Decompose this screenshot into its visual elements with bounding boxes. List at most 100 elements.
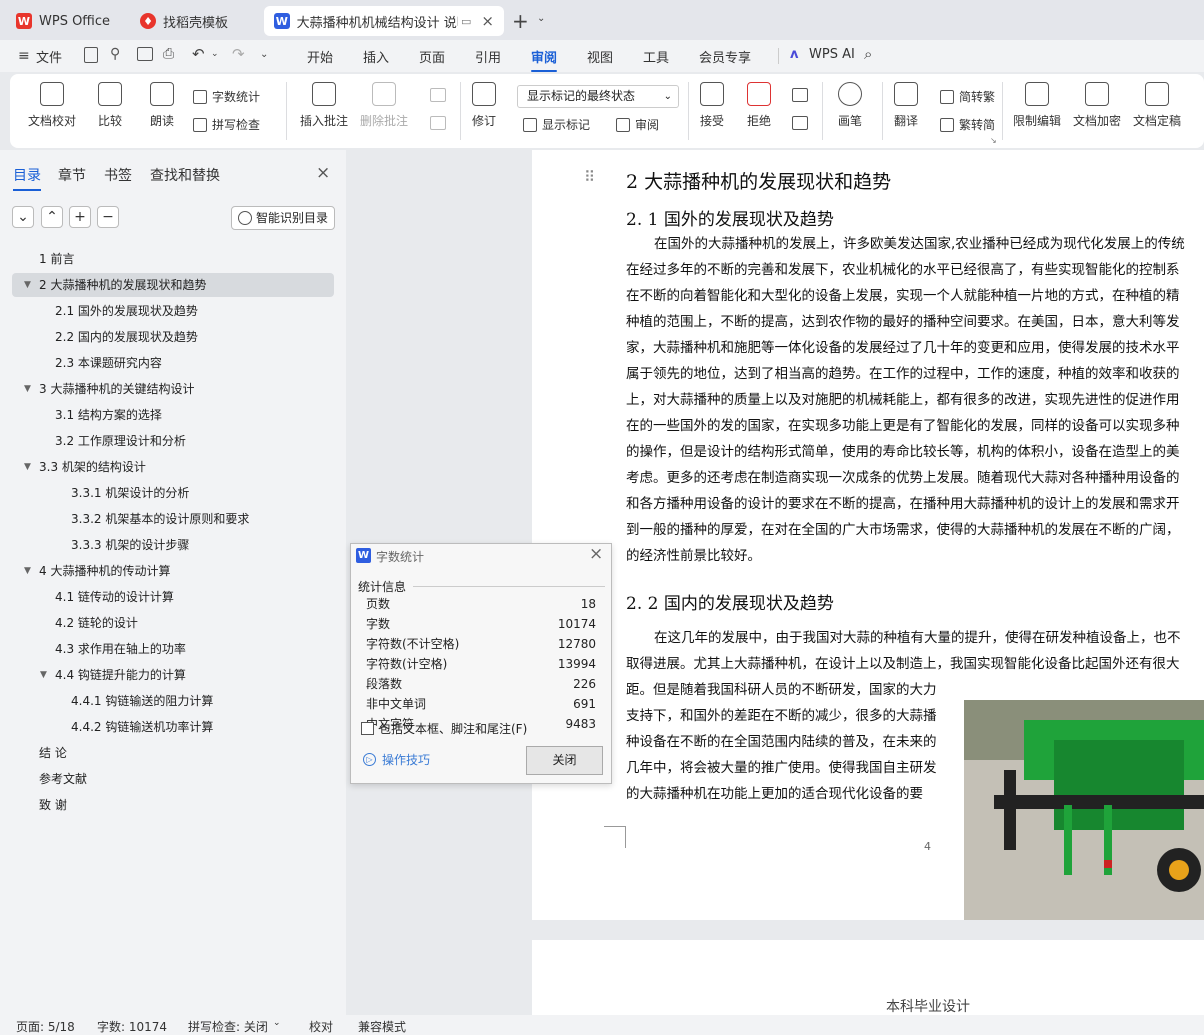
trad-to-simp-button[interactable]: 繁转简 [940, 116, 995, 133]
export-icon[interactable]: ⚲ [110, 46, 120, 62]
toc-item[interactable]: 结 论 [39, 741, 67, 765]
toc-item[interactable]: 1 前言 [39, 247, 74, 271]
toc-item[interactable]: 4.4.2 钩链输送机功率计算 [71, 715, 213, 739]
menu-member[interactable]: 会员专享 [699, 47, 751, 66]
word-count-indicator[interactable]: 字数: 10174 [97, 1018, 167, 1035]
nav-tab-toc[interactable]: 目录 [13, 165, 41, 191]
chevron-down-icon[interactable]: ⌄ [273, 1018, 281, 1028]
more-chevron-icon[interactable]: ⌄ [260, 49, 268, 60]
toc-item[interactable]: ▼ 4.4 钩链提升能力的计算 [40, 663, 186, 687]
markup-state-select[interactable]: 显示标记的最终状态 ⌄ [517, 85, 679, 108]
next-comment-icon[interactable] [430, 116, 446, 130]
show-markup-button[interactable]: 显示标记 [523, 116, 590, 133]
expand-arrow-icon[interactable]: ▼ [24, 377, 31, 401]
toc-item[interactable]: 3.1 结构方案的选择 [55, 403, 162, 427]
new-tab-icon[interactable]: + [512, 9, 529, 33]
expand-corner-icon[interactable]: ↘ [990, 136, 997, 145]
toc-item[interactable]: 4.4.1 钩链输送的阻力计算 [71, 689, 213, 713]
close-button[interactable]: 关闭 [526, 746, 603, 775]
proof-indicator[interactable]: 校对 [309, 1018, 333, 1035]
redo-icon[interactable]: ↷ [232, 45, 245, 63]
toc-item[interactable]: ▼ 3.3 机架的结构设计 [24, 455, 146, 479]
expand-arrow-icon[interactable]: ▼ [24, 455, 31, 479]
accept-button[interactable]: 接受 [700, 82, 724, 129]
page-indicator[interactable]: 页面: 5/18 [16, 1018, 75, 1035]
tab-document[interactable]: W 大蒜播种机机械结构设计 说明 ▭ × [264, 6, 504, 36]
nav-tab-bookmark[interactable]: 书签 [104, 165, 132, 185]
remove-heading-icon[interactable]: − [97, 206, 119, 228]
spellcheck-button[interactable]: 拼写检查 [193, 116, 260, 133]
toc-item[interactable]: 2.1 国外的发展现状及趋势 [55, 299, 198, 323]
translate-button[interactable]: 翻译 [894, 82, 918, 129]
save-icon[interactable] [84, 47, 98, 63]
revise-button[interactable]: 修订 [472, 82, 496, 129]
proof-button[interactable]: 文档校对 [28, 82, 76, 129]
close-icon[interactable]: × [589, 544, 603, 564]
prev-comment-icon[interactable] [430, 88, 446, 102]
close-tab-icon[interactable]: × [481, 12, 494, 30]
wps-ai-icon[interactable]: ʌ [790, 47, 798, 62]
chevron-down-icon[interactable]: ⌄ [537, 13, 545, 24]
toc-item[interactable]: 3.3.3 机架的设计步骤 [71, 533, 189, 557]
prev-change-icon[interactable] [792, 88, 808, 102]
menu-page[interactable]: 页面 [419, 47, 445, 66]
delete-comment-button[interactable]: 删除批注 [360, 82, 408, 129]
toc-item[interactable]: ▼ 4 大蒜播种机的传动计算 [24, 559, 170, 583]
include-textbox-checkbox[interactable] [361, 722, 374, 735]
drag-handle-icon[interactable]: ⠿ [584, 168, 595, 186]
toc-item[interactable]: 参考文献 [39, 767, 87, 791]
insert-comment-button[interactable]: 插入批注 [300, 82, 348, 129]
reject-button[interactable]: 拒绝 [747, 82, 771, 129]
menu-start[interactable]: 开始 [307, 47, 333, 66]
search-icon[interactable]: ⌕ [864, 45, 872, 63]
nav-tab-chapter[interactable]: 章节 [58, 165, 86, 185]
simp-to-trad-button[interactable]: 简转繁 [940, 88, 995, 105]
review-pane-button[interactable]: 审阅 [616, 116, 659, 133]
nav-tab-find[interactable]: 查找和替换 [150, 165, 220, 185]
collapse-up-icon[interactable]: ⌃ [41, 206, 63, 228]
menu-wps-ai[interactable]: WPS AI [809, 47, 855, 62]
next-change-icon[interactable] [792, 116, 808, 130]
menu-tools[interactable]: 工具 [643, 47, 669, 66]
undo-icon[interactable]: ↶ [192, 45, 205, 63]
toc-item[interactable]: 3.2 工作原理设计和分析 [55, 429, 186, 453]
tab-wps-office[interactable]: W WPS Office [6, 6, 124, 36]
expand-arrow-icon[interactable]: ▼ [40, 663, 47, 687]
wordcount-button[interactable]: 字数统计 [193, 88, 260, 105]
hamburger-icon[interactable]: ≡ [18, 48, 30, 64]
add-heading-icon[interactable]: + [69, 206, 91, 228]
toc-item[interactable]: 2.2 国内的发展现状及趋势 [55, 325, 198, 349]
finalize-button[interactable]: 文档定稿 [1133, 82, 1181, 129]
toc-item[interactable]: 4.2 链轮的设计 [55, 611, 138, 635]
expand-arrow-icon[interactable]: ▼ [24, 559, 31, 583]
monitor-icon[interactable]: ▭ [461, 15, 471, 28]
toc-item[interactable]: 4.1 链传动的设计计算 [55, 585, 174, 609]
print-icon[interactable] [137, 47, 153, 61]
toc-item[interactable]: 致 谢 [39, 793, 67, 817]
restrict-edit-button[interactable]: 限制编辑 [1013, 82, 1061, 129]
encrypt-button[interactable]: 文档加密 [1073, 82, 1121, 129]
print-preview-icon[interactable]: ⎙ [163, 46, 174, 62]
menu-file[interactable]: 文件 [36, 47, 62, 66]
toc-item[interactable]: 2.3 本课题研究内容 [55, 351, 162, 375]
tab-template[interactable]: ♦ 找稻壳模板 [130, 6, 258, 36]
collapse-down-icon[interactable]: ⌄ [12, 206, 34, 228]
pen-button[interactable]: 画笔 [838, 82, 862, 129]
expand-arrow-icon[interactable]: ▼ [24, 273, 31, 297]
spellcheck-indicator[interactable]: 拼写检查: 关闭 [188, 1018, 268, 1035]
undo-dropdown-icon[interactable]: ⌄ [211, 49, 219, 59]
menu-insert[interactable]: 插入 [363, 47, 389, 66]
tips-link[interactable]: 操作技巧 [382, 751, 430, 768]
menu-review[interactable]: 审阅 [531, 47, 558, 72]
toc-item[interactable]: 4.3 求作用在轴上的功率 [55, 637, 186, 661]
toc-item[interactable]: 3.3.1 机架设计的分析 [71, 481, 189, 505]
close-pane-icon[interactable]: × [316, 163, 330, 183]
smart-toc-button[interactable]: 智能识别目录 [231, 206, 335, 230]
toc-item[interactable]: ▼ 2 大蒜播种机的发展现状和趋势 [24, 273, 206, 297]
menu-reference[interactable]: 引用 [475, 47, 501, 66]
menu-view[interactable]: 视图 [587, 47, 613, 66]
compare-button[interactable]: 比较 [98, 82, 122, 129]
read-aloud-button[interactable]: 朗读 [150, 82, 174, 129]
toc-item[interactable]: ▼ 3 大蒜播种机的关键结构设计 [24, 377, 194, 401]
toc-item[interactable]: 3.3.2 机架基本的设计原则和要求 [71, 507, 249, 531]
